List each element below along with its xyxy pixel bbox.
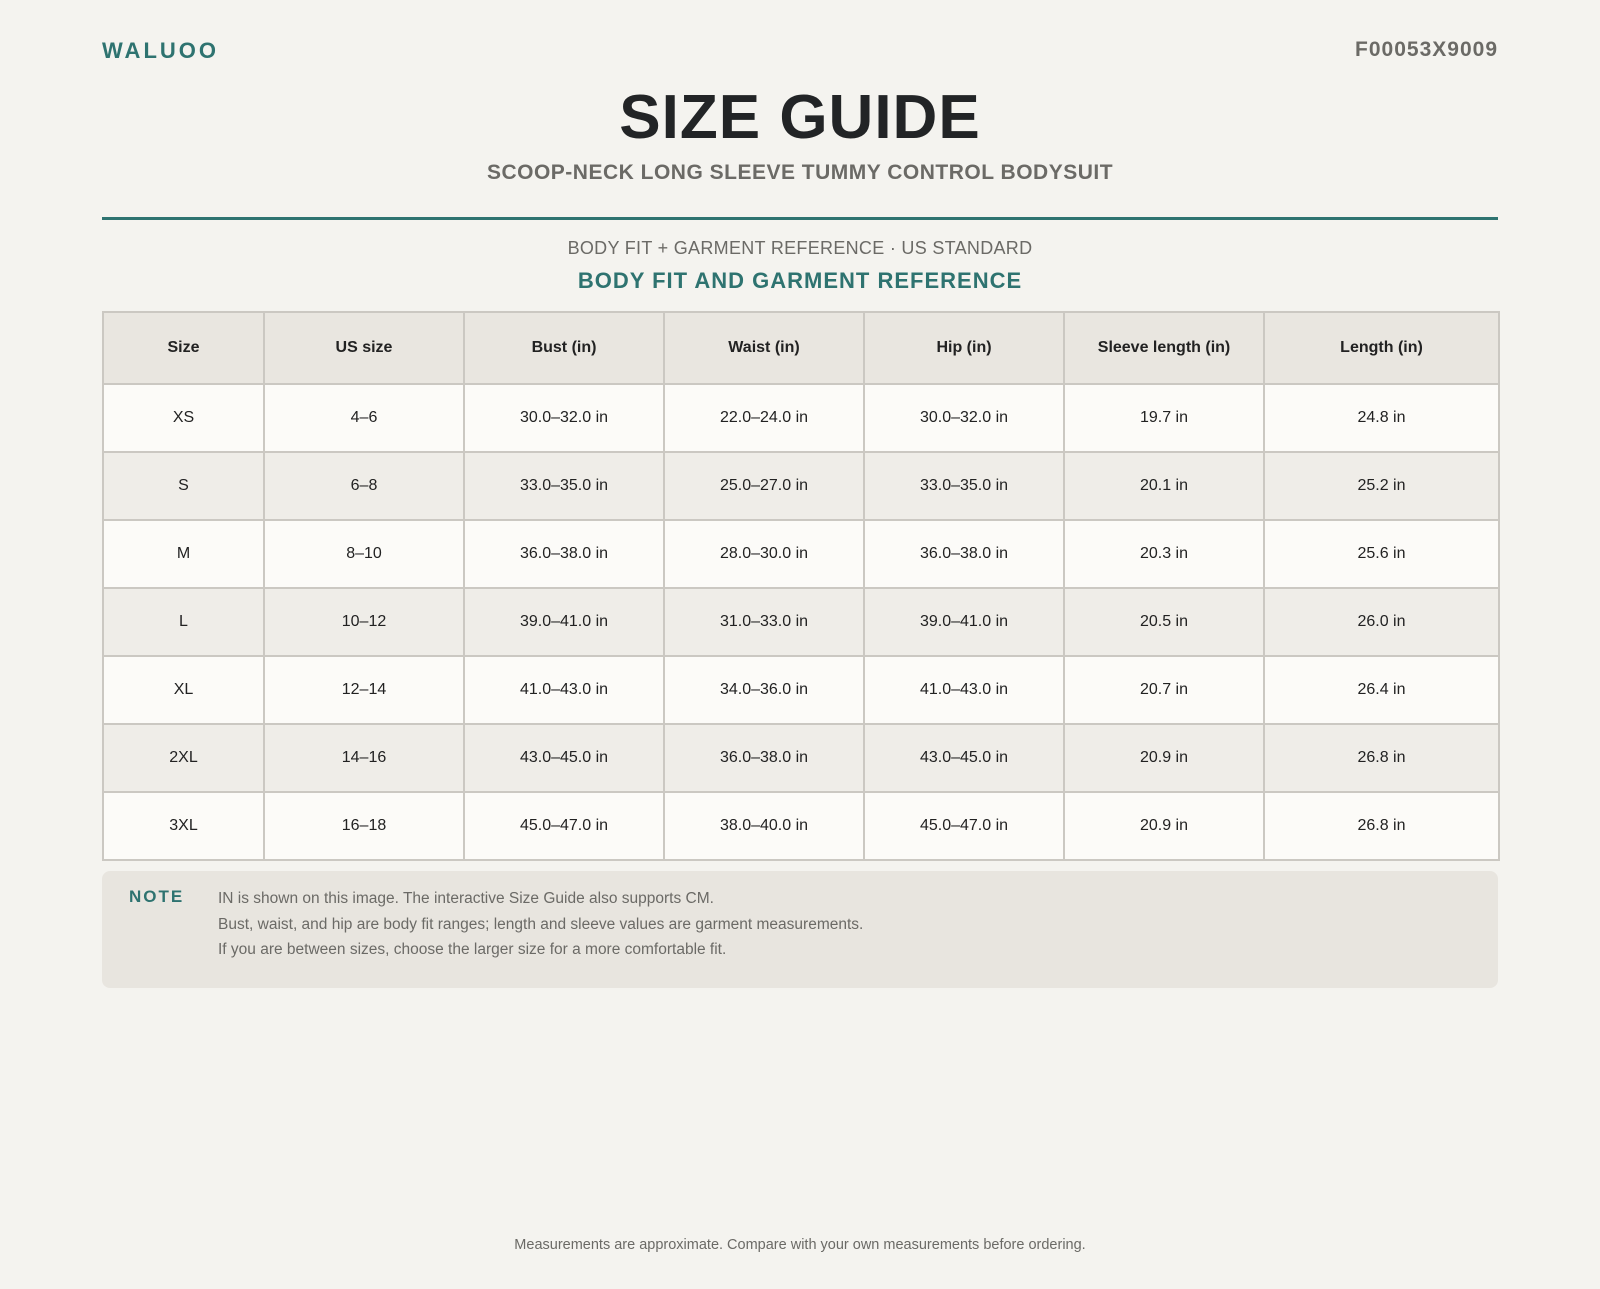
- footer-disclaimer: Measurements are approximate. Compare wi…: [514, 1237, 1086, 1253]
- table-cell: 33.0–35.0 in: [463, 451, 665, 521]
- table-cell: 16–18: [263, 791, 465, 861]
- table-cell: M: [102, 519, 265, 589]
- column-header-sleeve-length: Sleeve length (in): [1063, 311, 1265, 385]
- table-cell: 41.0–43.0 in: [463, 655, 665, 725]
- column-header-us-size: US size: [263, 311, 465, 385]
- table-cell: 3XL: [102, 791, 265, 861]
- note-label: NOTE: [129, 887, 185, 906]
- table-cell: 19.7 in: [1063, 383, 1265, 453]
- table-cell: 20.5 in: [1063, 587, 1265, 657]
- note-line: IN is shown on this image. The interacti…: [218, 890, 714, 907]
- product-code: F00053X9009: [1355, 38, 1498, 61]
- table-row: 2XL 14–16 43.0–45.0 in 36.0–38.0 in 43.0…: [102, 723, 1500, 793]
- table-cell: 26.8 in: [1263, 723, 1500, 793]
- size-table: Size US size Bust (in) Waist (in) Hip (i…: [102, 311, 1500, 861]
- table-cell: 34.0–36.0 in: [663, 655, 865, 725]
- page-title: SIZE GUIDE: [619, 83, 981, 152]
- table-row: XS 4–6 30.0–32.0 in 22.0–24.0 in 30.0–32…: [102, 383, 1500, 453]
- note-text: IN is shown on this image. The interacti…: [218, 886, 863, 963]
- table-cell: 24.8 in: [1263, 383, 1500, 453]
- table-row: L 10–12 39.0–41.0 in 31.0–33.0 in 39.0–4…: [102, 587, 1500, 657]
- table-cell: 25.0–27.0 in: [663, 451, 865, 521]
- table-cell: 43.0–45.0 in: [863, 723, 1065, 793]
- product-name: SCOOP-NECK LONG SLEEVE TUMMY CONTROL BOD…: [486, 161, 1114, 184]
- table-cell: 36.0–38.0 in: [463, 519, 665, 589]
- column-header-length: Length (in): [1263, 311, 1500, 385]
- table-cell: 43.0–45.0 in: [463, 723, 665, 793]
- note-box: NOTE IN is shown on this image. The inte…: [102, 871, 1498, 988]
- table-row: XL 12–14 41.0–43.0 in 34.0–36.0 in 41.0–…: [102, 655, 1500, 725]
- table-cell: 26.4 in: [1263, 655, 1500, 725]
- note-line: If you are between sizes, choose the lar…: [218, 941, 727, 958]
- table-cell: 39.0–41.0 in: [463, 587, 665, 657]
- table-cell: 4–6: [263, 383, 465, 453]
- table-cell: 31.0–33.0 in: [663, 587, 865, 657]
- table-cell: 26.8 in: [1263, 791, 1500, 861]
- table-cell: 33.0–35.0 in: [863, 451, 1065, 521]
- table-cell: 30.0–32.0 in: [863, 383, 1065, 453]
- section-kicker: BODY FIT + GARMENT REFERENCE · US STANDA…: [567, 238, 1033, 258]
- table-cell: 2XL: [102, 723, 265, 793]
- table-cell: 39.0–41.0 in: [863, 587, 1065, 657]
- table-row: M 8–10 36.0–38.0 in 28.0–30.0 in 36.0–38…: [102, 519, 1500, 589]
- table-cell: 45.0–47.0 in: [463, 791, 665, 861]
- note-line: Bust, waist, and hip are body fit ranges…: [218, 915, 864, 933]
- table-cell: 28.0–30.0 in: [663, 519, 865, 589]
- column-header-waist: Waist (in): [663, 311, 865, 385]
- table-cell: 8–10: [263, 519, 465, 589]
- table-cell: 10–12: [263, 587, 465, 657]
- table-cell: S: [102, 451, 265, 521]
- table-cell: 45.0–47.0 in: [863, 791, 1065, 861]
- column-header-hip: Hip (in): [863, 311, 1065, 385]
- table-cell: 20.9 in: [1063, 723, 1265, 793]
- table-cell: 12–14: [263, 655, 465, 725]
- table-cell: 36.0–38.0 in: [863, 519, 1065, 589]
- table-cell: 25.2 in: [1263, 451, 1500, 521]
- header-divider: [102, 217, 1498, 220]
- table-cell: 36.0–38.0 in: [663, 723, 865, 793]
- table-header-row: Size US size Bust (in) Waist (in) Hip (i…: [102, 311, 1500, 385]
- table-cell: XL: [102, 655, 265, 725]
- table-cell: 41.0–43.0 in: [863, 655, 1065, 725]
- section-title: BODY FIT AND GARMENT REFERENCE: [577, 268, 1023, 293]
- table-cell: 20.3 in: [1063, 519, 1265, 589]
- table-cell: XS: [102, 383, 265, 453]
- table-cell: 38.0–40.0 in: [663, 791, 865, 861]
- brand-logo: WALUOO: [102, 38, 219, 63]
- table-cell: 20.9 in: [1063, 791, 1265, 861]
- table-cell: 30.0–32.0 in: [463, 383, 665, 453]
- column-header-bust: Bust (in): [463, 311, 665, 385]
- table-cell: L: [102, 587, 265, 657]
- table-cell: 20.7 in: [1063, 655, 1265, 725]
- table-cell: 6–8: [263, 451, 465, 521]
- table-cell: 22.0–24.0 in: [663, 383, 865, 453]
- table-cell: 26.0 in: [1263, 587, 1500, 657]
- table-cell: 20.1 in: [1063, 451, 1265, 521]
- table-row: S 6–8 33.0–35.0 in 25.0–27.0 in 33.0–35.…: [102, 451, 1500, 521]
- column-header-size: Size: [102, 311, 265, 385]
- table-row: 3XL 16–18 45.0–47.0 in 38.0–40.0 in 45.0…: [102, 791, 1500, 861]
- table-cell: 25.6 in: [1263, 519, 1500, 589]
- size-guide-page: WALUOO F00053X9009 SIZE GUIDE SCOOP-NECK…: [102, 0, 1500, 1289]
- table-cell: 14–16: [263, 723, 465, 793]
